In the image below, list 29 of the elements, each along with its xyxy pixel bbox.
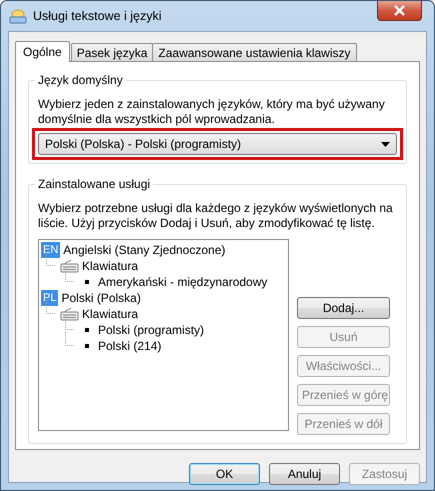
bullet-icon: [85, 280, 89, 284]
keyboard-icon: [60, 259, 79, 273]
tab[interactable]: Ogólne: [15, 41, 70, 62]
language-badge: PL: [41, 290, 58, 306]
group-heading: Język domyślny: [35, 73, 126, 87]
dialog-button[interactable]: OK: [189, 463, 260, 485]
tree-item-label[interactable]: Polski (Polska): [61, 291, 141, 305]
tree-item-label[interactable]: Klawiatura: [82, 259, 138, 273]
tree-item-label[interactable]: Klawiatura: [82, 307, 138, 321]
caret-icon: [381, 142, 390, 146]
close-icon[interactable]: [377, 1, 422, 21]
language-dropdown[interactable]: Polski (Polska) - Polski (programisty): [38, 133, 397, 155]
group-description: Wybierz potrzebne usługi dla każdego z języków wyświetlonych na liście. Użyj przycisków Dodaj i Usuń, aby zmodyfikować tę listę.: [38, 201, 394, 231]
tab[interactable]: Zaawansowane ustawienia klawiszy: [152, 43, 356, 61]
bullet-icon: [85, 328, 89, 332]
tree-item-label[interactable]: Amerykański - międzynarodowy: [98, 275, 268, 289]
tree-item-label[interactable]: Angielski (Stany Zjednoczone): [63, 243, 226, 257]
keyboard-icon: [60, 307, 79, 321]
service-button[interactable]: Dodaj...: [297, 297, 390, 319]
dialog-button[interactable]: Anuluj: [269, 463, 340, 485]
app-icon: [9, 8, 27, 24]
group-heading: Zainstalowane usługi: [35, 177, 154, 191]
tab[interactable]: Pasek języka: [70, 43, 154, 61]
tree-item-label[interactable]: Polski (programisty): [98, 323, 204, 337]
bullet-icon: [85, 344, 89, 348]
window-title: Usługi tekstowe i języki: [33, 9, 162, 23]
group-description: Wybierz jeden z zainstalowanych języków, który ma być używany domyślnie dla wszystkich pól wprowadzania.: [38, 97, 386, 127]
language-badge: EN: [41, 242, 60, 258]
tree-item-label[interactable]: Polski (214): [98, 339, 162, 353]
